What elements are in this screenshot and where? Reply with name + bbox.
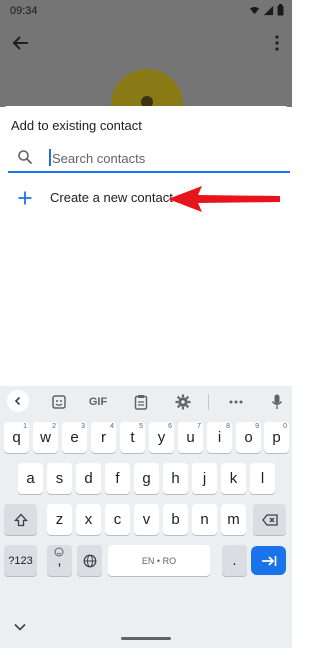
- search-underline: [8, 171, 290, 173]
- text-caret: [49, 149, 51, 166]
- key-row-3: z x c v b n m: [0, 500, 292, 540]
- globe-icon: [83, 554, 96, 567]
- key-d[interactable]: d: [76, 463, 101, 494]
- clipboard-icon: [134, 395, 148, 410]
- language-key[interactable]: [77, 545, 102, 576]
- sheet-title: Add to existing contact: [11, 118, 142, 133]
- search-row[interactable]: [8, 144, 290, 173]
- signal-icon: [263, 5, 274, 15]
- battery-icon: [277, 4, 284, 16]
- key-p[interactable]: p0: [264, 422, 289, 453]
- comma-key[interactable]: ,: [47, 545, 72, 576]
- key-a[interactable]: a: [18, 463, 43, 494]
- gif-button[interactable]: GIF: [86, 391, 110, 413]
- key-row-4: ?123 , EN • RO .: [0, 541, 292, 581]
- sticker-button[interactable]: [48, 391, 70, 413]
- key-z[interactable]: z: [47, 504, 72, 535]
- key-e[interactable]: e3: [62, 422, 87, 453]
- enter-key[interactable]: [251, 546, 286, 575]
- key-x[interactable]: x: [76, 504, 101, 535]
- status-bar: 09:34: [0, 0, 292, 24]
- search-icon: [18, 150, 33, 165]
- settings-button[interactable]: [172, 391, 194, 413]
- keyboard-toolbar: GIF: [0, 386, 292, 418]
- more-keyboard-options-button[interactable]: [225, 391, 247, 413]
- emoji-icon: [54, 547, 64, 557]
- key-g[interactable]: g: [134, 463, 159, 494]
- gif-label: GIF: [88, 396, 108, 408]
- backspace-key[interactable]: [253, 504, 286, 535]
- key-row-1: q1 w2 e3 r4 t5 y6 u7 i8 o9 p0: [0, 418, 292, 458]
- toolbar-divider: [208, 394, 209, 410]
- arrow-right-icon: [261, 555, 276, 566]
- space-key[interactable]: EN • RO: [108, 545, 210, 576]
- key-f[interactable]: f: [105, 463, 130, 494]
- key-n[interactable]: n: [192, 504, 217, 535]
- key-q[interactable]: q1: [4, 422, 29, 453]
- annotation-arrow-icon: [168, 186, 280, 212]
- key-w[interactable]: w2: [33, 422, 58, 453]
- key-c[interactable]: c: [105, 504, 130, 535]
- voice-input-button[interactable]: [266, 391, 288, 413]
- status-time: 09:34: [10, 5, 38, 17]
- period-key[interactable]: .: [222, 545, 247, 576]
- key-row-2: a s d f g h j k l: [0, 459, 292, 499]
- key-l[interactable]: l: [250, 463, 275, 494]
- sticker-icon: [52, 395, 66, 409]
- shift-key[interactable]: [4, 504, 37, 535]
- plus-icon: [18, 191, 32, 205]
- key-v[interactable]: v: [134, 504, 159, 535]
- key-o[interactable]: o9: [236, 422, 261, 453]
- shift-icon: [13, 513, 28, 526]
- app-background: 09:34: [0, 0, 292, 141]
- key-m[interactable]: m: [221, 504, 246, 535]
- keyboard-back-button[interactable]: [7, 390, 29, 412]
- chevron-left-icon: [14, 396, 21, 406]
- person-icon: [141, 96, 153, 108]
- symbols-key[interactable]: ?123: [4, 545, 37, 576]
- more-horizontal-icon: [229, 400, 243, 404]
- backspace-icon: [261, 513, 278, 526]
- status-icons: [249, 4, 284, 16]
- home-gesture-pill[interactable]: [121, 637, 171, 640]
- create-new-contact-label: Create a new contact: [50, 190, 173, 205]
- key-y[interactable]: y6: [149, 422, 174, 453]
- chevron-down-icon[interactable]: [13, 620, 27, 634]
- key-r[interactable]: r4: [91, 422, 116, 453]
- gear-icon: [175, 394, 191, 410]
- more-options-icon[interactable]: [272, 34, 282, 52]
- key-s[interactable]: s: [47, 463, 72, 494]
- key-k[interactable]: k: [221, 463, 246, 494]
- keyboard: GIF q1 w2 e3 r4 t5 y6 u7 i8 o9 p0 a s d …: [0, 386, 292, 648]
- navigation-bar: [0, 608, 292, 648]
- key-i[interactable]: i8: [207, 422, 232, 453]
- clipboard-button[interactable]: [130, 391, 152, 413]
- wifi-icon: [249, 6, 260, 14]
- microphone-icon: [271, 394, 283, 409]
- search-input[interactable]: [52, 148, 282, 168]
- key-t[interactable]: t5: [120, 422, 145, 453]
- key-u[interactable]: u7: [178, 422, 203, 453]
- back-arrow-icon[interactable]: [12, 34, 30, 52]
- key-h[interactable]: h: [163, 463, 188, 494]
- key-j[interactable]: j: [192, 463, 217, 494]
- add-to-contact-sheet: Add to existing contact Create a new con…: [0, 106, 292, 386]
- key-b[interactable]: b: [163, 504, 188, 535]
